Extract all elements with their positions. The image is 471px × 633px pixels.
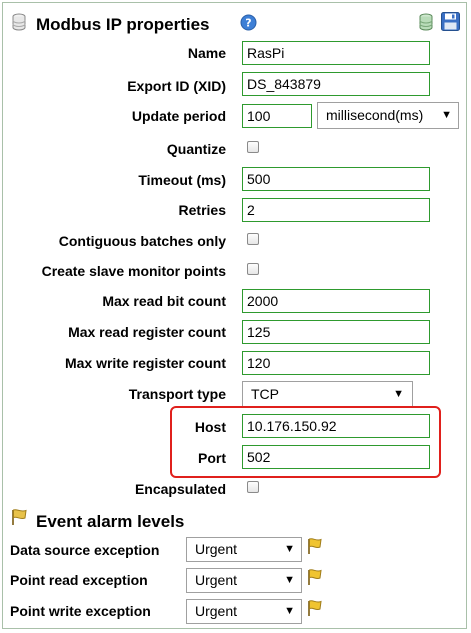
transport-type-label: Transport type: [128, 386, 226, 402]
slave-monitor-label: Create slave monitor points: [41, 263, 226, 279]
data-source-exception-value: Urgent: [195, 541, 238, 557]
point-read-exception-label: Point read exception: [10, 572, 148, 588]
panel-title: Modbus IP properties: [36, 15, 210, 34]
encapsulated-checkbox[interactable]: [247, 481, 259, 493]
point-write-exception-select[interactable]: Urgent ▼: [186, 599, 302, 624]
host-label: Host: [194, 419, 226, 435]
point-write-exception-value: Urgent: [195, 603, 238, 619]
properties-panel: [2, 2, 467, 629]
dropdown-arrow-icon: ▼: [393, 388, 404, 400]
port-label: Port: [198, 450, 226, 466]
xid-field[interactable]: DS_843879: [242, 72, 430, 96]
dropdown-arrow-icon: ▼: [284, 574, 295, 586]
timeout-field[interactable]: 500: [242, 167, 430, 191]
encapsulated-label: Encapsulated: [134, 481, 226, 497]
help-icon[interactable]: ?: [240, 14, 257, 36]
dropdown-arrow-icon: ▼: [284, 605, 295, 617]
dropdown-arrow-icon: ▼: [284, 543, 295, 555]
point-read-exception-value: Urgent: [195, 572, 238, 588]
data-source-exception-select[interactable]: Urgent ▼: [186, 537, 302, 562]
transport-type-select[interactable]: TCP ▼: [242, 381, 413, 407]
flag-icon[interactable]: [306, 599, 324, 622]
xid-label: Export ID (XID): [127, 78, 226, 94]
update-period-label: Update period: [131, 108, 226, 124]
point-read-exception-select[interactable]: Urgent ▼: [186, 568, 302, 593]
max-read-bit-label: Max read bit count: [102, 293, 226, 309]
retries-field[interactable]: 2: [242, 198, 430, 222]
flag-icon: [10, 508, 30, 531]
save-icon[interactable]: [441, 12, 460, 36]
timeout-label: Timeout (ms): [138, 172, 226, 188]
quantize-label: Quantize: [166, 141, 226, 157]
database-icon: [12, 13, 26, 36]
dropdown-arrow-icon: ▼: [441, 109, 452, 121]
host-field[interactable]: 10.176.150.92: [242, 414, 430, 438]
update-period-unit-select[interactable]: millisecond(ms) ▼: [317, 102, 459, 129]
retries-label: Retries: [178, 202, 226, 218]
max-read-register-field[interactable]: 125: [242, 320, 430, 344]
data-source-exception-label: Data source exception: [10, 542, 160, 558]
transport-type-value: TCP: [251, 386, 279, 402]
contiguous-label: Contiguous batches only: [58, 233, 226, 249]
update-period-field[interactable]: 100: [242, 104, 312, 128]
name-field[interactable]: RasPi: [242, 41, 430, 65]
max-write-register-label: Max write register count: [64, 355, 226, 371]
event-alarm-levels-title: Event alarm levels: [36, 512, 185, 531]
quantize-checkbox[interactable]: [247, 141, 259, 153]
svg-text:?: ?: [245, 17, 251, 30]
port-field[interactable]: 502: [242, 445, 430, 469]
slave-monitor-checkbox[interactable]: [247, 263, 259, 275]
flag-icon[interactable]: [306, 568, 324, 591]
database-status-icon: [419, 13, 433, 36]
contiguous-checkbox[interactable]: [247, 233, 259, 245]
flag-icon[interactable]: [306, 537, 324, 560]
max-write-register-field[interactable]: 120: [242, 351, 430, 375]
update-period-unit-value: millisecond(ms): [326, 107, 424, 123]
point-write-exception-label: Point write exception: [10, 603, 151, 619]
name-label: Name: [187, 45, 226, 61]
max-read-bit-field[interactable]: 2000: [242, 289, 430, 313]
max-read-register-label: Max read register count: [68, 324, 226, 340]
